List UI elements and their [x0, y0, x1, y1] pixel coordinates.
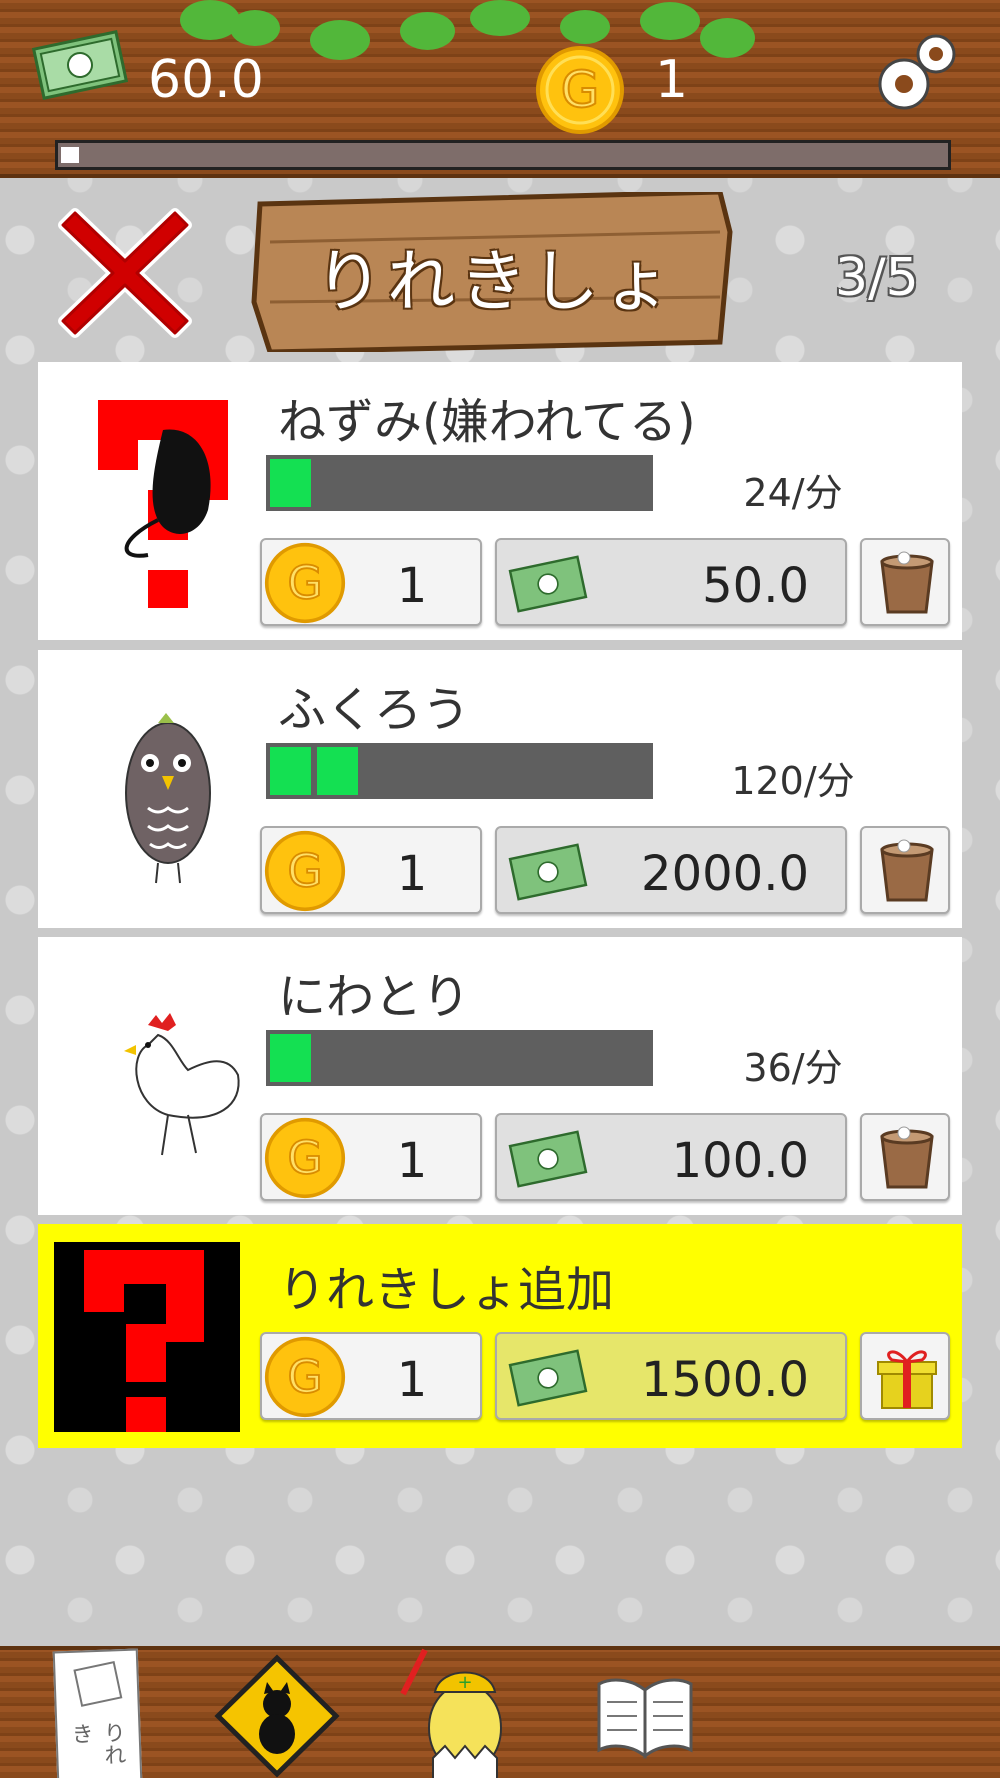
vine-decoration [640, 2, 700, 40]
page-counter: 3/5 [835, 248, 919, 308]
level-progress-fill [61, 147, 79, 163]
money-upgrade-button[interactable]: 2000.0 [495, 826, 847, 914]
money-bill-icon [508, 555, 588, 613]
money-cost: 100.0 [671, 1133, 809, 1189]
card-title: ふくろう [278, 682, 471, 738]
production-bar [266, 1030, 653, 1086]
production-segment [270, 747, 314, 795]
gold-cost: 1 [396, 1352, 428, 1408]
card-title: ねずみ(嫌われてる) [278, 394, 696, 450]
svg-text:G: G [287, 556, 322, 609]
vine-decoration [470, 0, 530, 36]
money-bill-icon [508, 1130, 588, 1188]
open-book-icon[interactable] [595, 1670, 695, 1760]
production-segment [317, 747, 361, 795]
trash-can-icon [880, 839, 934, 902]
discard-button[interactable] [860, 1113, 950, 1201]
gold-coin-icon: G [264, 1117, 346, 1199]
top-status-bar: 60.0 G 1 [0, 0, 1000, 178]
discard-button[interactable] [860, 538, 950, 626]
vine-decoration [400, 12, 455, 50]
close-button[interactable] [55, 203, 195, 343]
gold-add-button[interactable]: G 1 [260, 1332, 482, 1420]
trash-can-icon [880, 1126, 934, 1189]
production-rate: 120/分 [731, 759, 855, 803]
svg-text:G: G [287, 844, 322, 897]
gold-upgrade-button[interactable]: G 1 [260, 1113, 482, 1201]
svg-text:+: + [457, 1672, 472, 1693]
mouse-silhouette-question-icon [98, 400, 228, 608]
gift-box-icon [877, 1350, 937, 1409]
level-progress-bar [55, 140, 951, 170]
list-item: ふくろう 120/分 G 1 2000.0 [38, 650, 962, 928]
trash-can-icon [880, 551, 934, 614]
list-item: ねずみ(嫌われてる) 24/分 G 1 50.0 [38, 362, 962, 640]
gold-coin-icon: G [264, 830, 346, 912]
tab-resume[interactable]: りれき [52, 1648, 143, 1778]
money-bill-icon [508, 1349, 588, 1407]
svg-text:G: G [287, 1131, 322, 1184]
money-bill-icon [31, 30, 129, 100]
gold-coin-icon: G [264, 1336, 346, 1418]
vine-decoration [230, 10, 280, 46]
production-rate: 36/分 [743, 1046, 843, 1090]
worker-chick-icon[interactable]: + [395, 1646, 525, 1778]
gift-button[interactable] [860, 1332, 950, 1420]
owl-icon [125, 713, 211, 884]
gold-coin-icon: G [264, 542, 346, 624]
money-upgrade-button[interactable]: 50.0 [495, 538, 847, 626]
question-mark-icon [54, 1242, 240, 1432]
money-upgrade-button[interactable]: 100.0 [495, 1113, 847, 1201]
gold-coin-icon: G [536, 46, 624, 134]
gold-cost: 1 [396, 1133, 428, 1189]
gold-upgrade-button[interactable]: G 1 [260, 538, 482, 626]
svg-text:G: G [561, 61, 600, 119]
vine-decoration [560, 10, 610, 44]
money-amount: 60.0 [148, 50, 264, 110]
production-segment [270, 459, 314, 507]
gold-cost: 1 [396, 558, 428, 614]
bottom-nav-bar: りれき + [0, 1646, 1000, 1778]
money-cost: 2000.0 [641, 846, 809, 902]
money-cost: 50.0 [702, 558, 809, 614]
svg-text:G: G [287, 1350, 322, 1403]
gold-cost: 1 [396, 846, 428, 902]
production-bar [266, 455, 653, 511]
tab-resume-label: りれき [67, 1721, 126, 1766]
money-bill-icon [508, 843, 588, 901]
gold-upgrade-button[interactable]: G 1 [260, 826, 482, 914]
card-title: にわとり [278, 969, 471, 1025]
discard-button[interactable] [860, 826, 950, 914]
list-item: にわとり 36/分 G 1 100.0 [38, 937, 962, 1215]
card-title: りれきしょ追加 [278, 1262, 615, 1318]
production-bar [266, 743, 653, 799]
gold-amount: 1 [655, 50, 689, 110]
settings-gear-icon[interactable] [868, 22, 968, 122]
cat-warning-sign-icon[interactable] [212, 1654, 342, 1778]
production-rate: 24/分 [743, 471, 843, 515]
production-segment [270, 1034, 314, 1082]
add-resume-card: りれきしょ追加 G 1 1500.0 [38, 1224, 962, 1448]
page-title: りれきしょ [314, 243, 675, 322]
vine-decoration [310, 20, 370, 60]
vine-decoration [700, 18, 755, 58]
chicken-icon [124, 1013, 240, 1156]
money-cost: 1500.0 [641, 1352, 809, 1408]
money-add-button[interactable]: 1500.0 [495, 1332, 847, 1420]
